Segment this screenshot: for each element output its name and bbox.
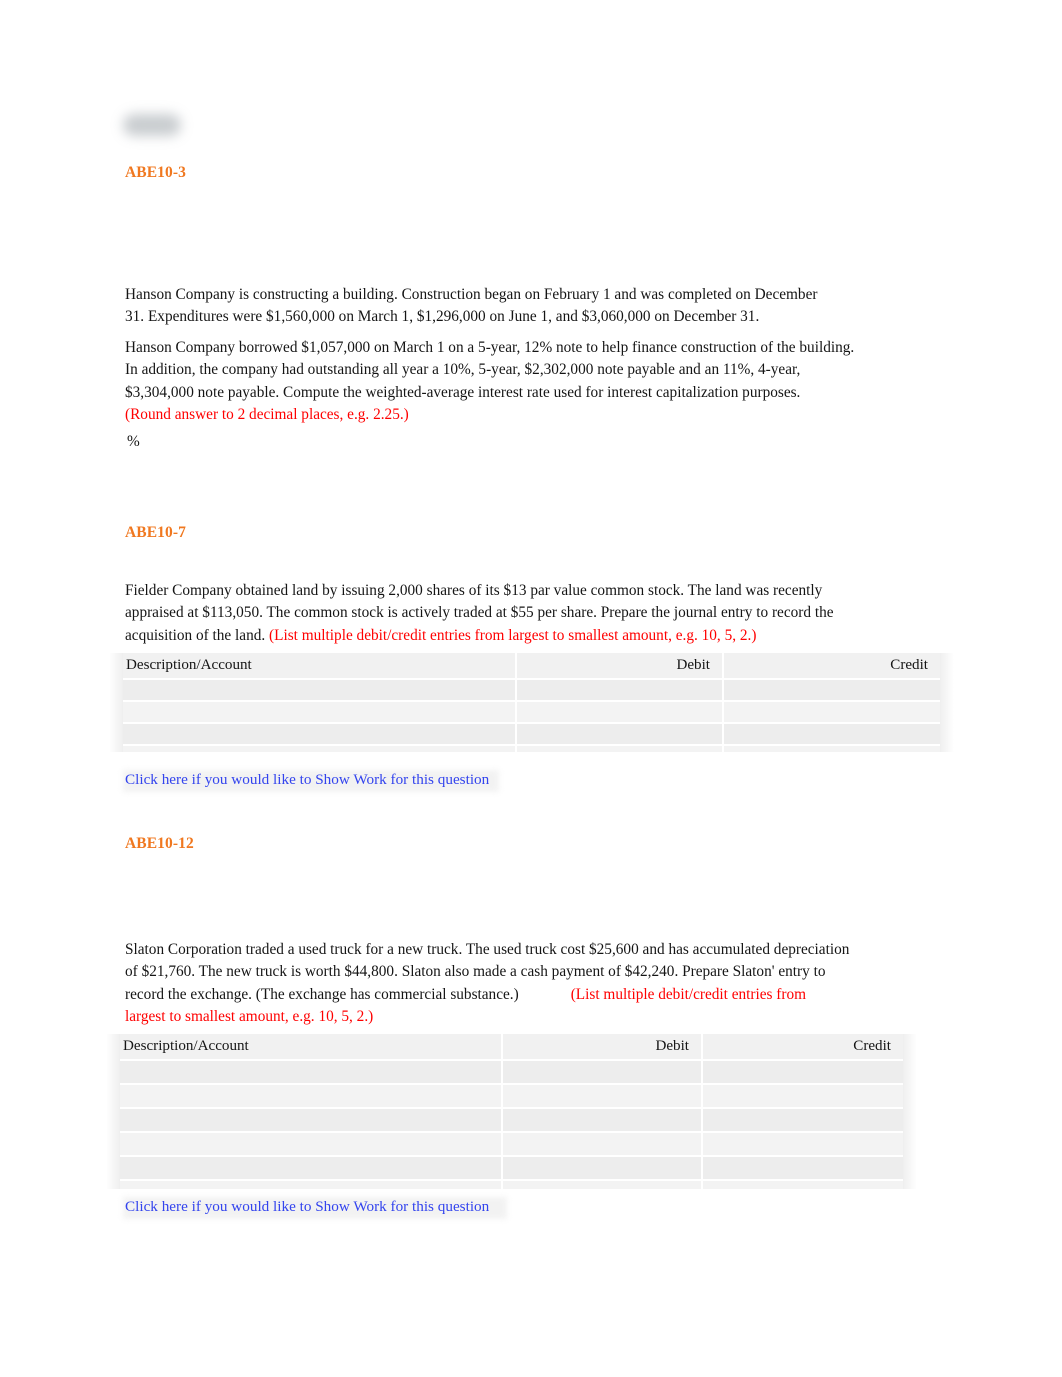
column-header-credit: Credit [890,657,928,673]
table-header-row: Description/Account Debit Credit [123,653,940,680]
cell-debit[interactable] [503,1085,701,1107]
paragraph-abe10-12: Slaton Corporation traded a used truck f… [125,939,850,1028]
column-header-description: Description/Account [123,1038,249,1054]
table-header-row: Description/Account Debit Credit [120,1034,903,1061]
cell-description[interactable] [123,702,515,722]
section-heading-abe10-12: ABE10-12 [125,835,194,852]
table-column-divider-2 [722,653,724,752]
cell-description[interactable] [120,1109,501,1131]
cell-description[interactable] [120,1133,501,1155]
cell-description[interactable] [123,724,515,744]
redacted-header-blob [123,114,181,136]
section-heading-abe10-3: ABE10-3 [125,164,186,181]
table-edge-fade-right [940,653,954,752]
table-row[interactable] [123,680,940,702]
cell-credit[interactable] [703,1133,903,1155]
table-edge-fade-left [109,653,123,752]
cell-description[interactable] [120,1061,501,1083]
table-row[interactable] [120,1109,903,1133]
cell-credit[interactable] [703,1109,903,1131]
answer-unit-percent: % [127,433,140,450]
table-edge-fade-right [903,1034,917,1189]
cell-credit[interactable] [724,680,940,700]
show-work-link-abe10-12[interactable]: Click here if you would like to Show Wor… [125,1198,489,1216]
worksheet-page: ABE10-3 Hanson Company is constructing a… [0,0,1062,1377]
table-row[interactable] [120,1133,903,1157]
cell-debit[interactable] [503,1061,701,1083]
table-row[interactable] [123,724,940,746]
cell-debit[interactable] [517,702,722,722]
cell-debit[interactable] [503,1109,701,1131]
instruction-abe10-7: (List multiple debit/credit entries from… [269,626,757,644]
table-column-divider-2 [701,1034,703,1189]
column-header-debit: Debit [676,657,710,673]
show-work-link-abe10-7[interactable]: Click here if you would like to Show Wor… [125,771,489,789]
table-edge-fade-left [106,1034,120,1189]
cell-debit[interactable] [517,680,722,700]
cell-credit[interactable] [703,1157,903,1179]
cell-credit[interactable] [703,1085,903,1107]
paragraph-abe10-3-question: Hanson Company borrowed $1,057,000 on Ma… [125,337,863,426]
section-heading-abe10-7: ABE10-7 [125,524,186,541]
cell-debit[interactable] [503,1157,701,1179]
column-header-debit: Debit [655,1038,689,1054]
table-row[interactable] [120,1085,903,1109]
cell-credit[interactable] [724,724,940,744]
cell-debit[interactable] [517,724,722,744]
column-header-credit: Credit [853,1038,891,1054]
table-bottom-filler [123,746,940,752]
cell-credit[interactable] [703,1061,903,1083]
instruction-abe10-3: (Round answer to 2 decimal places, e.g. … [125,405,409,423]
journal-entry-table-abe10-12[interactable]: Description/Account Debit Credit [106,1034,917,1189]
journal-entry-table-abe10-7[interactable]: Description/Account Debit Credit [109,653,954,752]
table-row[interactable] [123,702,940,724]
paragraph-abe10-7: Fielder Company obtained land by issuing… [125,580,865,647]
cell-description[interactable] [120,1085,501,1107]
table-column-divider-1 [515,653,517,752]
table-column-divider-1 [501,1034,503,1189]
paragraph-abe10-3-intro: Hanson Company is constructing a buildin… [125,286,818,326]
table-bottom-filler [120,1181,903,1189]
paragraph-abe10-3-question-text: Hanson Company borrowed $1,057,000 on Ma… [125,339,855,401]
table-row[interactable] [120,1061,903,1085]
column-header-description: Description/Account [126,657,252,673]
cell-description[interactable] [120,1157,501,1179]
table-row[interactable] [120,1157,903,1181]
cell-description[interactable] [123,680,515,700]
cell-credit[interactable] [724,702,940,722]
cell-debit[interactable] [503,1133,701,1155]
